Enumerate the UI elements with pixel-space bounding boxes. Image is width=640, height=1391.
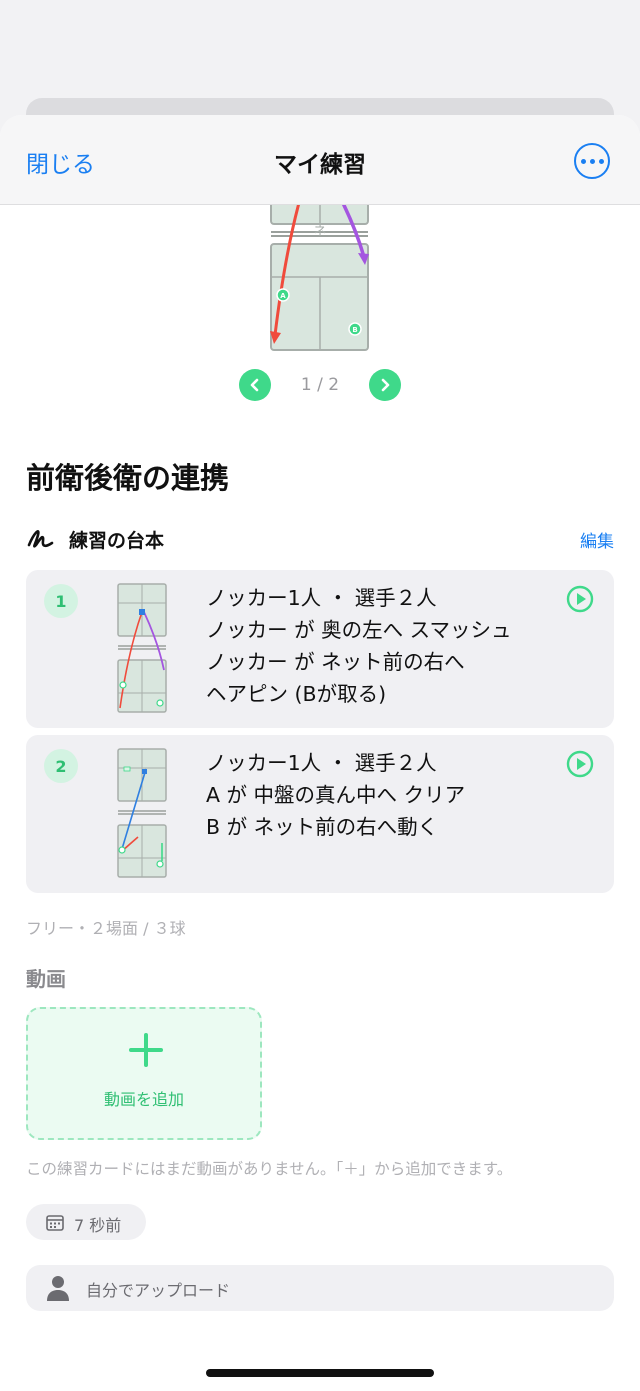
net-label: ネ: [313, 224, 326, 239]
step-court-thumbnail: [117, 748, 167, 878]
timestamp-label: 7 秒前: [74, 1216, 122, 1235]
home-indicator: [206, 1369, 434, 1377]
nav-title: マイ練習: [274, 152, 366, 178]
step-line: ノッカー1人 ・ 選手２人: [206, 751, 437, 775]
play-circle-icon[interactable]: [566, 750, 594, 778]
step-line: ノッカー1人 ・ 選手２人: [206, 586, 437, 610]
video-section-title: 動画: [26, 967, 66, 991]
edit-script-button[interactable]: 編集: [580, 527, 614, 552]
chevron-left-icon[interactable]: [239, 369, 271, 401]
drill-title: 前衛後衛の連携: [26, 461, 230, 495]
court-diagram: ネ ッ ト A B: [270, 184, 369, 351]
script-step[interactable]: 2 ノッカー1人 ・ 選手２人 A が 中盤の真ん中へ クリア B が ネット前…: [26, 735, 614, 893]
calendar-icon: [46, 1215, 64, 1231]
script-step[interactable]: 1 ノッカー1人 ・ 選手２人 ノッカー が 奥の左へ スマッシュ ノッカー が…: [26, 570, 614, 728]
drill-meta: フリー・２場面 / ３球: [26, 919, 186, 938]
step-text: ノッカー1人 ・ 選手２人 ノッカー が 奥の左へ スマッシュ ノッカー が ネ…: [206, 582, 512, 710]
step-court-thumbnail: [117, 583, 167, 713]
step-line: ヘアピン (Bが取る): [206, 682, 387, 706]
step-line: ノッカー が ネット前の右へ: [206, 650, 465, 674]
timestamp-chip: 7 秒前: [26, 1204, 146, 1240]
script-label: 練習の台本: [69, 530, 165, 552]
uploader-label: 自分でアップロード: [86, 1281, 231, 1300]
drill-detail-sheet: 閉じる マイ練習 ネ ッ ト A B 1 / 2: [0, 115, 640, 1391]
empty-video-hint: この練習カードにはまだ動画がありません。「＋」から追加できます。: [26, 1160, 513, 1178]
add-video-label: 動画を追加: [103, 1090, 184, 1109]
script-scribble-icon: [27, 530, 54, 548]
person-icon: [47, 1276, 69, 1301]
step-line: ノッカー が 奥の左へ スマッシュ: [206, 618, 512, 642]
step-number-badge: 1: [44, 584, 78, 618]
step-line: B が ネット前の右へ動く: [206, 815, 439, 839]
step-number-badge: 2: [44, 749, 78, 783]
play-circle-icon[interactable]: [566, 585, 594, 613]
script-header: 練習の台本 編集: [26, 523, 614, 553]
uploader-row: 自分でアップロード: [26, 1265, 614, 1311]
player-b-marker: B: [352, 326, 357, 334]
step-line: A が 中盤の真ん中へ クリア: [206, 783, 466, 807]
chevron-right-icon[interactable]: [369, 369, 401, 401]
add-video-button[interactable]: 動画を追加: [26, 1007, 262, 1140]
court-diagram-preview[interactable]: ネ ッ ト A B: [0, 184, 640, 365]
more-options-icon[interactable]: [574, 143, 610, 179]
player-a-marker: A: [280, 292, 286, 300]
page-indicator: 1 / 2: [300, 375, 340, 395]
nav-bar: 閉じる マイ練習: [0, 115, 640, 205]
scene-pager: 1 / 2: [0, 369, 640, 401]
step-text: ノッカー1人 ・ 選手２人 A が 中盤の真ん中へ クリア B が ネット前の右…: [206, 747, 465, 843]
plus-icon: [129, 1033, 163, 1067]
